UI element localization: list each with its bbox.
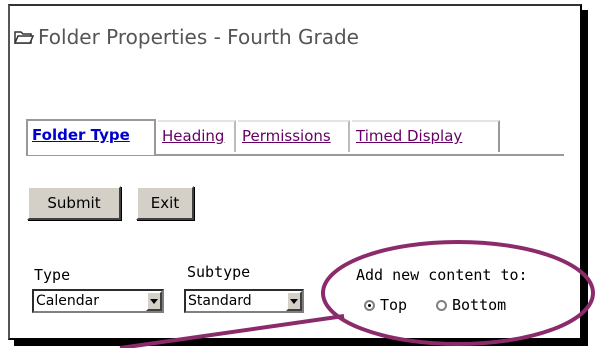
- highlight-ellipse: [321, 240, 595, 346]
- annotation-overlay: [119, 240, 595, 348]
- pointer-line: [119, 314, 345, 348]
